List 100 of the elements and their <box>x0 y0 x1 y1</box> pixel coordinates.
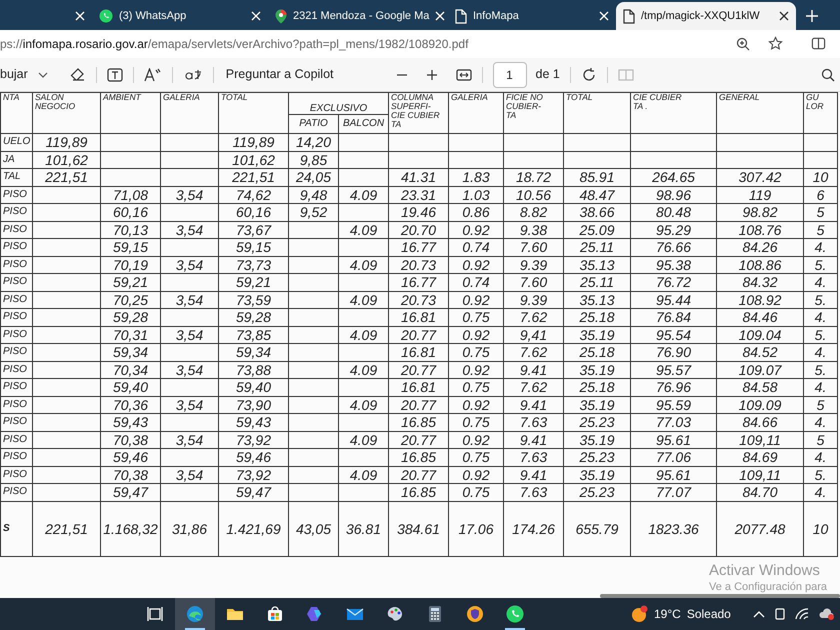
table-cell: 35.19 <box>564 466 630 484</box>
table-cell: 7.60 <box>504 238 564 256</box>
read-aloud-icon[interactable] <box>144 68 162 82</box>
table-cell: 7.63 <box>504 484 564 501</box>
table-cell: 84.69 <box>716 448 804 466</box>
table-cell: 9,85 <box>288 151 338 168</box>
table-cell: 4.09 <box>338 431 388 448</box>
search-icon[interactable] <box>821 68 835 82</box>
browser-icon <box>185 604 205 624</box>
table-cell: 25.18 <box>564 378 630 396</box>
table-cell: 0.74 <box>448 238 504 256</box>
table-cell: 0.75 <box>448 414 504 431</box>
table-cell: 119 <box>716 186 804 204</box>
table-cell: PISO <box>0 396 32 414</box>
table-cell: 7.62 <box>504 344 564 361</box>
table-cell: 35.19 <box>564 361 630 378</box>
table-cell: 264.65 <box>630 168 716 186</box>
table-cell: 25.23 <box>564 448 630 466</box>
table-cell: 95.44 <box>630 291 716 308</box>
table-cell: 95.29 <box>630 221 716 238</box>
chevron-up-icon[interactable] <box>752 610 765 618</box>
table-cell: 3,54 <box>160 361 218 378</box>
fit-width-icon[interactable] <box>456 68 472 80</box>
chat-bubble-icon <box>99 9 113 23</box>
table-cell: 0.92 <box>448 431 504 448</box>
table-cell: 73,67 <box>218 221 288 238</box>
rotate-icon[interactable] <box>580 66 597 82</box>
table-cell: 84.58 <box>716 378 804 396</box>
chevron-down-icon[interactable] <box>38 70 48 78</box>
table-cell: 35.13 <box>564 291 630 308</box>
weather-temperature[interactable]: 19°C <box>654 605 681 623</box>
table-cell: 59,40 <box>218 378 288 396</box>
weather-condition[interactable]: Soleado <box>686 605 731 623</box>
ask-copilot-button[interactable]: Preguntar a Copilot <box>226 65 334 84</box>
table-cell: 109,11 <box>716 466 804 484</box>
table-cell: 221,51 <box>32 501 100 556</box>
table-cell: 20.77 <box>388 431 448 448</box>
table-cell: 1.83 <box>448 168 504 186</box>
table-cell: PISO <box>0 186 32 204</box>
table-cell: PISO <box>0 274 32 291</box>
table-cell: 5 <box>804 221 838 238</box>
table-cell: 0.75 <box>448 378 504 396</box>
table-cell: 59,21 <box>100 274 160 291</box>
tab-title: 2321 Mendoza - Google Ma <box>293 8 430 24</box>
table-cell: 19.46 <box>388 204 448 221</box>
column-header: PATIO <box>288 114 338 134</box>
weather-sun-icon[interactable] <box>630 605 648 623</box>
zoom-in-icon[interactable] <box>426 68 438 80</box>
table-cell: 221,51 <box>218 168 288 186</box>
browser-tab[interactable]: (3) WhatsApp <box>92 2 268 30</box>
table-cell: JA <box>0 151 32 168</box>
column-header: COLUMNA SUPERFI- CIE CUBIER TA <box>388 92 448 134</box>
table-cell: 73,85 <box>218 326 288 344</box>
table-cell: 73,92 <box>218 466 288 484</box>
chat-bubble-icon <box>505 604 525 624</box>
table-cell: PISO <box>0 221 32 238</box>
translate-icon[interactable] <box>182 68 203 82</box>
table-cell: 36.81 <box>338 501 388 556</box>
zoom-icon[interactable] <box>736 37 750 51</box>
draw-button[interactable]: bujar <box>0 65 28 84</box>
eraser-icon[interactable] <box>70 68 86 82</box>
table-cell: 108.86 <box>716 256 804 274</box>
table-cell: 76.90 <box>630 344 716 361</box>
text-box-icon[interactable] <box>106 68 123 82</box>
column-header: GALERIA <box>448 92 504 134</box>
table-cell: 5. <box>804 256 838 274</box>
page-number-field[interactable]: 1 <box>492 62 526 88</box>
star-icon[interactable] <box>768 36 783 51</box>
close-icon[interactable] <box>779 11 789 21</box>
table-cell: 4.09 <box>338 256 388 274</box>
table-cell: 5. <box>804 361 838 378</box>
wifi-icon[interactable] <box>794 608 809 620</box>
table-cell: 1.03 <box>448 186 504 204</box>
table-cell: 77.07 <box>630 484 716 501</box>
table-cell: 17.06 <box>448 501 504 556</box>
table-cell: 59,15 <box>218 238 288 256</box>
table-cell: 1823.36 <box>630 501 716 556</box>
browser-tab[interactable]: InfoMapa <box>448 2 616 30</box>
table-cell: 3,54 <box>160 326 218 344</box>
table-cell: 8.82 <box>504 204 564 221</box>
browser-tab[interactable]: 2321 Mendoza - Google Ma <box>268 2 448 30</box>
table-cell: 20.70 <box>388 221 448 238</box>
table-cell: 70,19 <box>100 256 160 274</box>
table-cell: 20.73 <box>388 291 448 308</box>
table-cell: 9.39 <box>504 256 564 274</box>
browser-tab[interactable]: /tmp/magick-XXQU1klW <box>616 2 796 30</box>
table-cell: 80.48 <box>630 204 716 221</box>
table-cell: 7.63 <box>504 448 564 466</box>
table-cell: 73,59 <box>218 291 288 308</box>
table-cell: 95.38 <box>630 256 716 274</box>
new-tab-icon[interactable] <box>806 10 818 22</box>
cloud-icon[interactable] <box>818 608 835 620</box>
table-cell: 4.09 <box>338 186 388 204</box>
column-header: SALON NEGOCIO <box>32 92 100 134</box>
table-cell: 109.07 <box>716 361 804 378</box>
table-cell: 3,54 <box>160 431 218 448</box>
table-cell: 60,16 <box>218 204 288 221</box>
device-icon[interactable] <box>774 607 785 621</box>
table-cell: 31,86 <box>160 501 218 556</box>
split-screen-icon[interactable] <box>811 36 826 51</box>
